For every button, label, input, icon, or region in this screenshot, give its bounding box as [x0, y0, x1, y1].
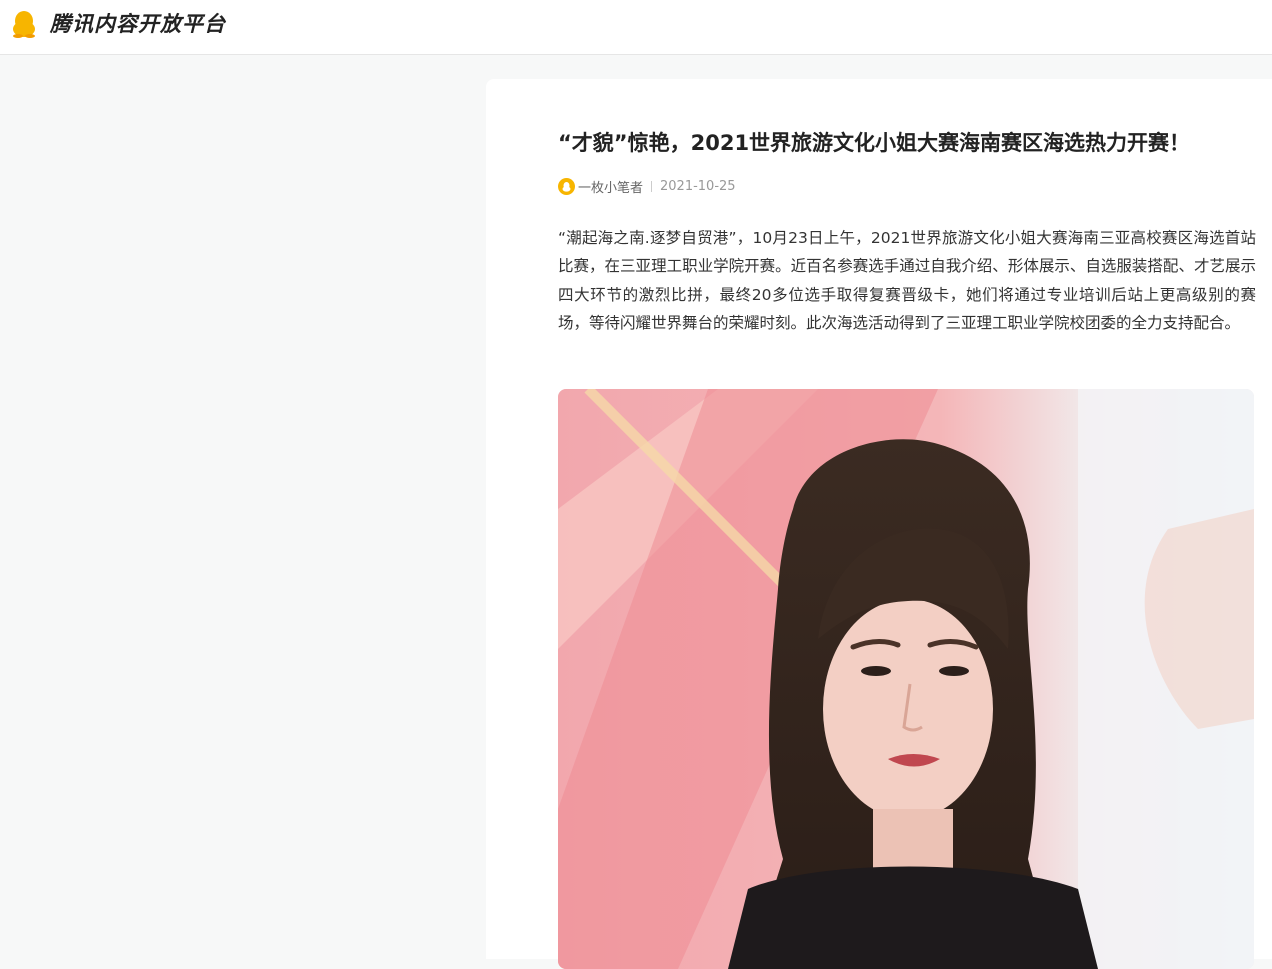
- article-meta: 一枚小笔者 2021-10-25: [558, 176, 736, 196]
- penguin-icon[interactable]: [10, 10, 38, 38]
- publish-date: 2021-10-25: [660, 178, 736, 194]
- author-name[interactable]: 一枚小笔者: [578, 177, 643, 196]
- article-title: “才貌”惊艳，2021世界旅游文化小姐大赛海南赛区海选热力开赛！: [558, 131, 1191, 155]
- platform-brand[interactable]: 腾讯内容开放平台: [50, 10, 226, 38]
- article-photo[interactable]: [558, 389, 1254, 969]
- author-avatar-icon[interactable]: [558, 177, 575, 195]
- meta-divider: [651, 180, 653, 192]
- article-paragraph: “潮起海之南.逐梦自贸港”，10月23日上午，2021世界旅游文化小姐大赛海南三…: [558, 229, 1256, 333]
- top-bar: 腾讯内容开放平台: [0, 0, 1272, 55]
